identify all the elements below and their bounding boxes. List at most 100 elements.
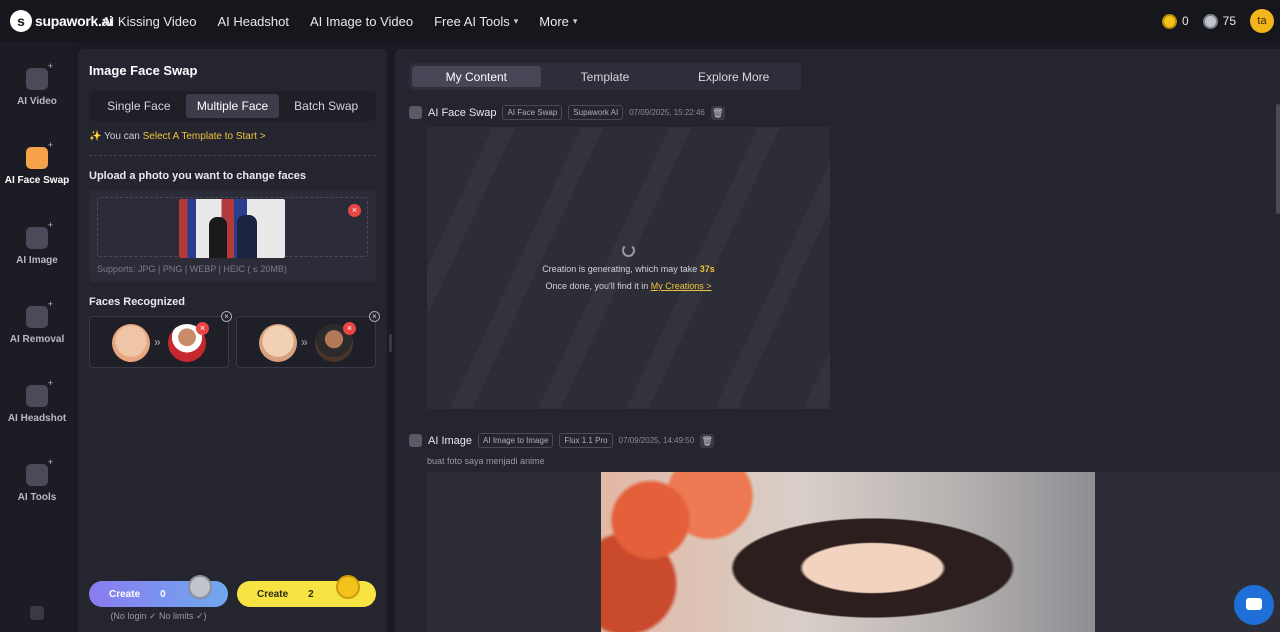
panel-resize-handle[interactable] — [389, 334, 392, 352]
my-creations-link[interactable]: My Creations > — [651, 281, 712, 291]
chat-support-button[interactable] — [1234, 585, 1274, 625]
upload-label: Upload a photo you want to change faces — [89, 170, 306, 182]
generating-placeholder: Creation is generating, which may take 3… — [427, 127, 830, 409]
nav-link-free-ai-tools-label: Free AI Tools — [434, 13, 510, 29]
create-free-label: Create — [109, 588, 141, 600]
generated-anime-image[interactable] — [601, 472, 1095, 632]
no-login-note: (No login ✓ No limits ✓) — [110, 611, 207, 621]
face-swap-icon — [26, 140, 53, 169]
tab-my-content[interactable]: My Content — [412, 66, 541, 87]
creation-header: AI Image AI Image to Image Flux 1.1 Pro … — [409, 433, 715, 448]
creation-title: AI Face Swap — [428, 106, 497, 119]
rail-item-ai-removal[interactable]: AI Removal — [0, 299, 74, 345]
creation-header: AI Face Swap AI Face Swap Supawork AI 07… — [409, 105, 725, 120]
generating-status: Creation is generating, which may take 3… — [427, 264, 830, 274]
video-icon — [26, 61, 53, 90]
chevron-down-icon: ▾ — [572, 15, 578, 26]
swap-mode-selector: Single Face Multiple Face Batch Swap — [89, 91, 376, 121]
rail-item-label: AI Face Swap — [4, 175, 70, 186]
faces-recognized-label: Faces Recognized — [89, 296, 185, 308]
user-avatar[interactable]: ta — [1250, 9, 1274, 33]
select-template-link[interactable]: Select A Template to Start > — [143, 131, 266, 142]
nav-link-ai-image-to-video[interactable]: AI Image to Video — [310, 14, 413, 29]
creation-model-tag: Flux 1.1 Pro — [559, 433, 613, 448]
face-swap-panel: Image Face Swap Single Face Multiple Fac… — [78, 49, 387, 632]
remove-photo-icon[interactable]: × — [348, 204, 361, 217]
content-tabs: My Content Template Explore More — [409, 63, 801, 90]
left-rail: AI Video AI Face Swap AI Image AI Remova… — [0, 42, 74, 632]
rail-item-ai-face-swap[interactable]: AI Face Swap — [0, 140, 74, 186]
delete-creation-icon[interactable]: 🗑 — [710, 105, 725, 120]
rail-item-label: AI Removal — [9, 334, 65, 345]
logo-text: supawork.ai — [35, 13, 113, 29]
silver-credits[interactable]: 75 — [1202, 13, 1236, 29]
nav-links: AI Kissing Video AI Headshot AI Image to… — [102, 0, 577, 42]
panel-title: Image Face Swap — [89, 63, 198, 78]
mode-single-face[interactable]: Single Face — [92, 94, 186, 118]
collapse-rail-icon[interactable] — [30, 606, 44, 620]
tab-explore-more[interactable]: Explore More — [669, 66, 798, 87]
nav-link-more[interactable]: More ▾ — [539, 14, 577, 29]
gold-coin-icon — [336, 575, 360, 599]
image-icon — [26, 220, 53, 249]
nav-link-ai-headshot[interactable]: AI Headshot — [217, 14, 289, 29]
face-swap-icon — [409, 106, 422, 119]
brand-logo[interactable]: s supawork.ai — [10, 10, 113, 32]
rail-item-ai-headshot[interactable]: AI Headshot — [0, 378, 74, 424]
source-face — [259, 324, 297, 362]
rail-item-label: AI Tools — [17, 492, 57, 503]
image-icon — [409, 434, 422, 447]
content-area: My Content Template Explore More AI Face… — [395, 49, 1280, 632]
template-tip: ✨ You can Select A Template to Start > — [89, 131, 266, 142]
gold-credits-value: 0 — [1181, 14, 1189, 28]
tools-icon — [26, 457, 53, 486]
swap-arrow-icon: » — [301, 335, 308, 349]
face-pair-card: » × — [89, 316, 229, 368]
top-navigation: s supawork.ai AI Kissing Video AI Headsh… — [0, 0, 1280, 42]
headshot-icon — [26, 378, 53, 407]
tip-prefix: You can — [104, 131, 143, 142]
generating-status-prefix: Creation is generating, which may take — [542, 264, 700, 274]
generating-location-prefix: Once done, you'll find it in — [545, 281, 651, 291]
silver-credits-value: 75 — [1222, 14, 1236, 28]
rail-item-label: AI Image — [16, 255, 58, 266]
tab-template[interactable]: Template — [541, 66, 670, 87]
create-paid-button[interactable]: Create 2 — [237, 575, 376, 607]
rail-item-ai-image[interactable]: AI Image — [0, 220, 74, 266]
nav-link-free-ai-tools[interactable]: Free AI Tools ▾ — [434, 14, 518, 29]
mode-batch-swap[interactable]: Batch Swap — [279, 94, 373, 118]
divider — [89, 155, 376, 156]
source-face — [112, 324, 150, 362]
creation-tag: AI Face Swap — [502, 105, 563, 120]
delete-creation-icon[interactable]: 🗑 — [700, 433, 715, 448]
upload-area[interactable]: × Supports: JPG | PNG | WEBP | HEIC ( ≤ … — [89, 190, 376, 282]
loading-spinner-icon — [622, 244, 635, 257]
nav-link-ai-kissing-video[interactable]: AI Kissing Video — [102, 14, 196, 29]
creation-tag: AI Image to Image — [478, 433, 554, 448]
rail-item-ai-video[interactable]: AI Video — [0, 61, 74, 107]
create-free-cost: 0 — [160, 588, 166, 600]
remove-target-face-icon[interactable]: × — [196, 322, 209, 335]
create-paid-cost: 2 — [308, 588, 314, 600]
remove-target-face-icon[interactable]: × — [343, 322, 356, 335]
create-paid-label: Create — [257, 588, 289, 600]
close-face-pair-icon[interactable]: × — [221, 311, 232, 322]
uploaded-photo — [179, 199, 285, 258]
image-result-frame — [427, 472, 1280, 632]
rail-item-ai-tools[interactable]: AI Tools — [0, 457, 74, 503]
chevron-down-icon: ▾ — [513, 15, 519, 26]
generating-eta: 37s — [699, 264, 715, 274]
logo-icon: s — [10, 10, 32, 32]
gold-credits[interactable]: 0 — [1161, 13, 1189, 29]
creation-title: AI Image — [428, 434, 473, 447]
nav-right: 0 75 ta — [1161, 0, 1274, 42]
create-free-button[interactable]: Create 0 — [89, 575, 228, 607]
silver-coin-icon — [1202, 13, 1218, 29]
creation-prompt: buat foto saya menjadi anime — [427, 456, 545, 466]
mode-multiple-face[interactable]: Multiple Face — [185, 94, 280, 118]
generating-location: Once done, you'll find it in My Creation… — [427, 281, 830, 291]
close-face-pair-icon[interactable]: × — [369, 311, 380, 322]
content-scrollbar[interactable] — [1276, 104, 1280, 214]
creation-model-tag: Supawork AI — [568, 105, 624, 120]
rail-item-label: AI Video — [17, 96, 57, 107]
